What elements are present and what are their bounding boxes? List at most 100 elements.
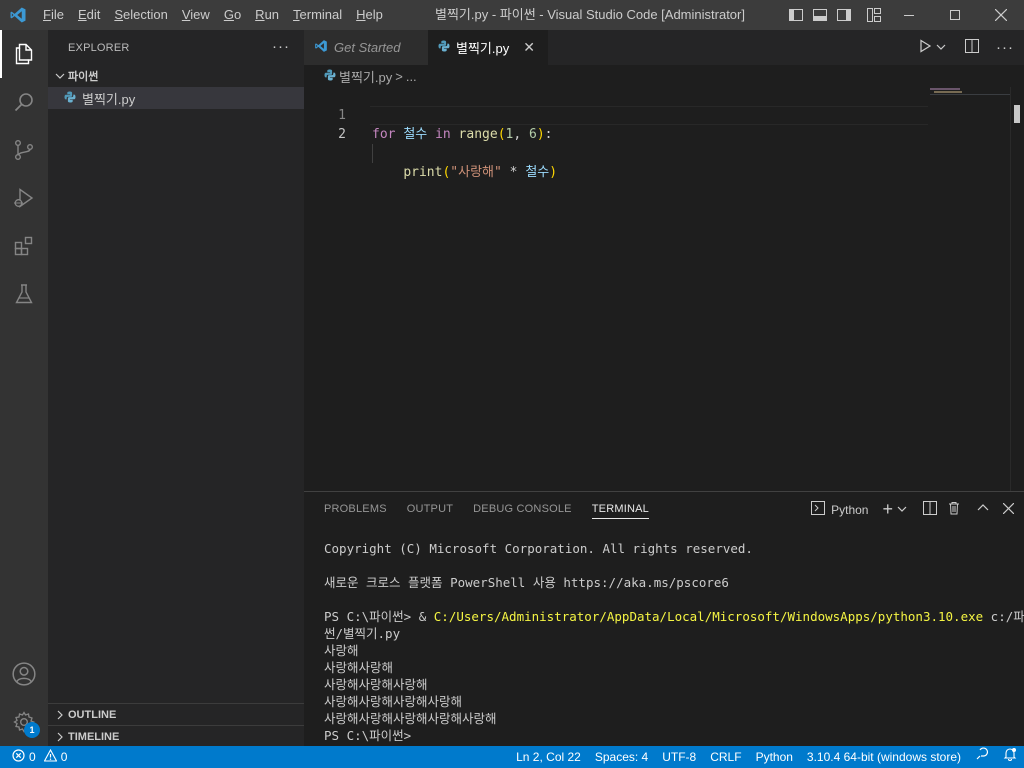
menu-run[interactable]: Run [248, 0, 286, 30]
tab-get-started[interactable]: Get Started [304, 30, 428, 65]
menu-selection[interactable]: Selection [107, 0, 174, 30]
editor-area: Get Started 별찍기.py ✕ ··· 별찍기.py > ... 1 … [304, 30, 1024, 491]
menu-file[interactable]: File [36, 0, 71, 30]
python-file-icon [64, 91, 76, 106]
settings-gear-icon[interactable]: 1 [0, 698, 48, 746]
split-editor-icon[interactable] [964, 38, 980, 57]
search-icon[interactable] [0, 78, 48, 126]
maximize-button[interactable] [932, 0, 978, 30]
activity-bar: 1 [0, 30, 48, 746]
indentation[interactable]: Spaces: 4 [588, 746, 655, 768]
chevron-down-icon[interactable] [897, 503, 907, 517]
close-tab-icon[interactable]: ✕ [523, 39, 535, 56]
code-line[interactable]: 2 print("사랑해" * 철수) [304, 106, 1024, 180]
explorer-sidebar: EXPLORER ··· 파이썬 별찍기.py OUTLINE TIMELINE [48, 30, 304, 746]
chevron-right-icon [52, 729, 68, 745]
language-mode[interactable]: Python [749, 746, 800, 768]
customize-layout-icon[interactable] [866, 7, 882, 23]
window-title: 별찍기.py - 파이썬 - Visual Studio Code [Admin… [435, 7, 745, 22]
testing-icon[interactable] [0, 270, 48, 318]
outline-section[interactable]: OUTLINE [48, 703, 304, 725]
cursor-position[interactable]: Ln 2, Col 22 [509, 746, 588, 768]
trash-icon[interactable] [947, 501, 961, 518]
account-icon[interactable] [0, 650, 48, 698]
menu-view[interactable]: View [175, 0, 217, 30]
toggle-primary-sidebar-icon[interactable] [788, 7, 804, 23]
menu-help[interactable]: Help [349, 0, 390, 30]
breadcrumb-file[interactable]: 별찍기.py [339, 67, 392, 86]
warning-icon [43, 748, 58, 765]
toggle-secondary-sidebar-icon[interactable] [836, 7, 852, 23]
run-debug-icon[interactable] [0, 174, 48, 222]
terminal-output-line: 사랑해사랑해 [324, 660, 394, 675]
terminal-output-line: 사랑해 [324, 643, 359, 658]
terminal-line: 썬/별찍기.py [324, 626, 401, 641]
terminal-command-line: PS C:\파이썬> & C:/Users/Administrator/AppD… [324, 608, 1024, 625]
status-bar: 0 0 Ln 2, Col 22 Spaces: 4 UTF-8 CRLF Py… [0, 746, 1024, 768]
scrollbar-thumb[interactable] [1014, 105, 1020, 123]
terminal-output-line: 사랑해사랑해사랑해사랑해 [324, 694, 463, 709]
minimize-button[interactable] [886, 0, 932, 30]
close-panel-icon[interactable] [1002, 502, 1015, 517]
python-file-icon [438, 40, 450, 55]
tab-label: 별찍기.py [456, 41, 510, 56]
code-editor[interactable]: 1 for 철수 in range(1, 6): 2 print("사랑해" *… [304, 87, 1024, 180]
vscode-logo-icon [0, 0, 36, 30]
terminal-output-line: 사랑해사랑해사랑해 [324, 677, 428, 692]
terminal-line: Copyright (C) Microsoft Corporation. All… [324, 541, 753, 556]
tab-byeoljjikgi-py[interactable]: 별찍기.py ✕ [428, 30, 548, 65]
editor-scrollbar[interactable] [1010, 87, 1024, 491]
folder-name: 파이썬 [68, 71, 99, 83]
tab-debug-console[interactable]: DEBUG CONSOLE [463, 492, 582, 527]
menu-go[interactable]: Go [217, 0, 248, 30]
code-line[interactable]: 1 for 철수 in range(1, 6): [304, 87, 1024, 142]
split-terminal-icon[interactable] [923, 501, 937, 518]
status-right: Ln 2, Col 22 Spaces: 4 UTF-8 CRLF Python… [509, 746, 1024, 768]
more-actions-icon[interactable]: ··· [272, 38, 290, 55]
chevron-down-icon[interactable] [936, 40, 946, 55]
tab-output[interactable]: OUTPUT [397, 492, 463, 527]
encoding[interactable]: UTF-8 [655, 746, 703, 768]
status-problems[interactable]: 0 0 [0, 748, 67, 765]
end-of-line[interactable]: CRLF [703, 746, 748, 768]
terminal-name[interactable]: Python [831, 503, 868, 517]
timeline-label: TIMELINE [68, 730, 120, 743]
terminal-output-line: 사랑해사랑해사랑해사랑해사랑해 [324, 711, 497, 726]
notifications-bell-icon[interactable] [996, 746, 1024, 768]
more-actions-icon[interactable]: ··· [996, 39, 1014, 56]
tab-problems[interactable]: PROBLEMS [314, 492, 397, 527]
chevron-down-icon [52, 68, 68, 84]
breadcrumb-rest[interactable]: ... [406, 69, 417, 84]
python-file-icon [324, 69, 336, 84]
explorer-icon[interactable] [0, 30, 48, 78]
file-item[interactable]: 별찍기.py [48, 87, 304, 109]
run-python-file-icon[interactable] [918, 39, 932, 56]
maximize-panel-icon[interactable] [977, 502, 989, 517]
feedback-icon[interactable] [968, 746, 996, 768]
toggle-panel-icon[interactable] [812, 7, 828, 23]
terminal-prompt-line: PS C:\파이썬> [324, 728, 412, 743]
outline-label: OUTLINE [68, 708, 117, 721]
timeline-section[interactable]: TIMELINE [48, 725, 304, 747]
python-interpreter[interactable]: 3.10.4 64-bit (windows store) [800, 746, 968, 768]
settings-update-badge: 1 [24, 722, 40, 738]
activity-bar-bottom: 1 [0, 650, 48, 746]
panel-actions: Python + [811, 492, 1015, 527]
folder-header[interactable]: 파이썬 [48, 65, 304, 87]
source-control-icon[interactable] [0, 126, 48, 174]
bottom-panel: PROBLEMS OUTPUT DEBUG CONSOLE TERMINAL P… [304, 491, 1024, 746]
tab-terminal[interactable]: TERMINAL [582, 492, 659, 527]
new-terminal-icon[interactable]: + [882, 499, 893, 520]
menu-terminal[interactable]: Terminal [286, 0, 349, 30]
terminal-line: 새로운 크로스 플랫폼 PowerShell 사용 https://aka.ms… [324, 575, 729, 590]
terminal-output[interactable]: Copyright (C) Microsoft Corporation. All… [324, 540, 1024, 744]
extensions-icon[interactable] [0, 222, 48, 270]
terminal-prompt: PS C:\파이썬> [324, 609, 419, 624]
close-window-button[interactable] [978, 0, 1024, 30]
menu-edit[interactable]: Edit [71, 0, 107, 30]
editor-tabs: Get Started 별찍기.py ✕ ··· [304, 30, 1024, 65]
terminal-icon [811, 501, 826, 518]
chevron-right-icon [52, 707, 68, 723]
minimap[interactable] [930, 87, 1010, 491]
